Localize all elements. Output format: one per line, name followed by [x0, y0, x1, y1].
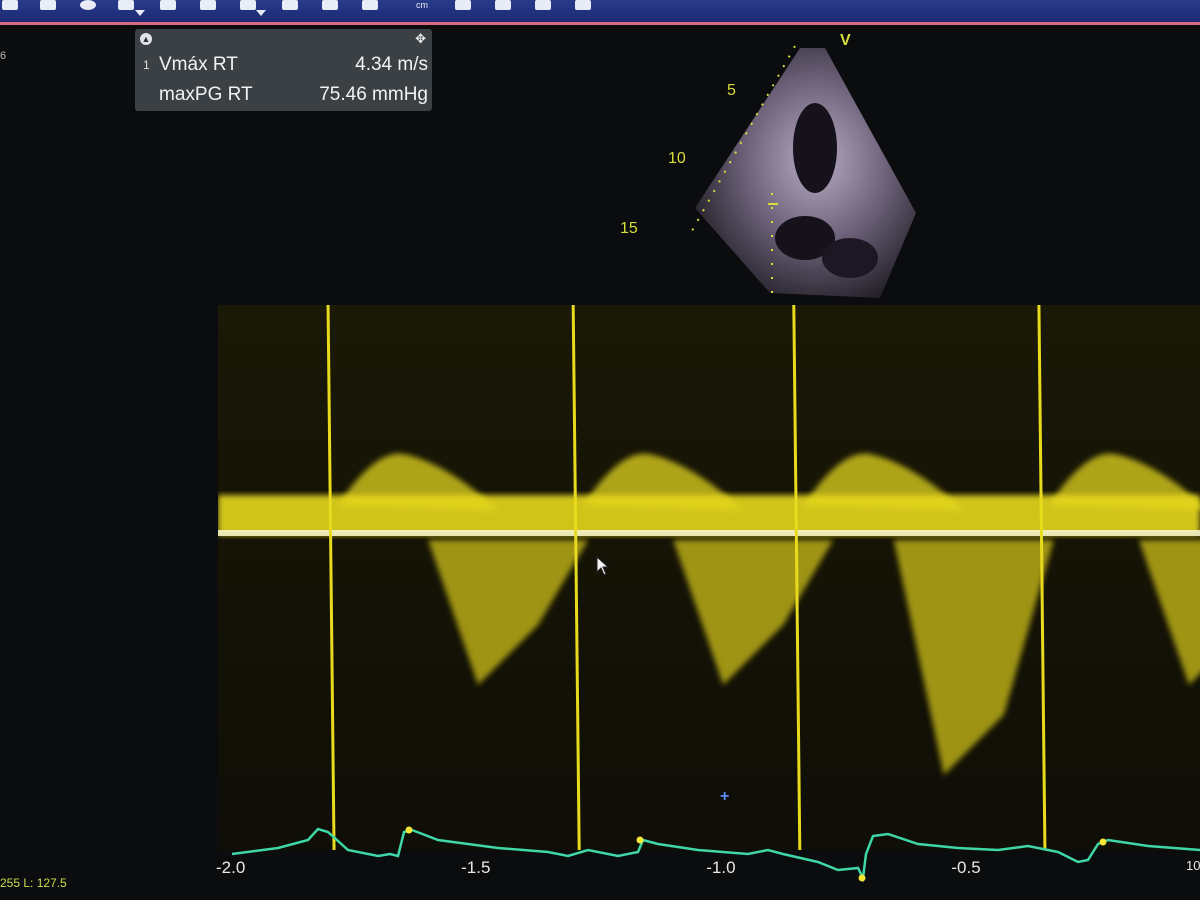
toolbar-button-grid[interactable]: [40, 0, 56, 10]
measurement-value: 4.34 m/s: [355, 54, 428, 75]
toolbar-button-5[interactable]: [160, 0, 176, 10]
axis-tick-label: -0.5: [951, 858, 981, 877]
orientation-marker: V: [840, 32, 851, 49]
measurement-row-maxpg: maxPG RT 75.46 mmHg: [135, 84, 432, 110]
edge-label: 6: [0, 50, 7, 62]
doppler-spectrum[interactable]: [218, 304, 1200, 851]
axis-tick-label: -1.0: [706, 858, 736, 877]
toolbar-button-11[interactable]: [455, 0, 471, 10]
toolbar-divider: [0, 22, 1200, 25]
depth-label: 10: [668, 150, 686, 167]
toolbar-button-6[interactable]: [200, 0, 216, 10]
measurement-panel[interactable]: ▲ ✥ 1 Vmáx RT 4.34 m/s maxPG RT 75.46 mm…: [135, 29, 432, 111]
toolbar-unit-label: cm: [416, 0, 428, 10]
measurement-label: maxPG RT: [159, 84, 253, 105]
toolbar-button-7[interactable]: [240, 0, 256, 10]
toolbar-button-8[interactable]: [282, 0, 298, 10]
echo-sector-image: V 5 10 15: [600, 28, 940, 318]
measurement-value: 75.46 mmHg: [319, 84, 428, 105]
axis-tick-label: -2.0: [216, 858, 246, 877]
axis-tick-label: -1.5: [461, 858, 491, 877]
measurement-row-vmax: 1 Vmáx RT 4.34 m/s: [135, 54, 432, 80]
toolbar-button-13[interactable]: [535, 0, 551, 10]
toolbar-dropdown-arrow-2[interactable]: [256, 10, 266, 16]
toolbar-button-3[interactable]: [80, 0, 96, 10]
depth-label: 15: [620, 220, 638, 237]
collapse-icon[interactable]: ▲: [140, 33, 152, 45]
toolbar-button-14[interactable]: [575, 0, 591, 10]
toolbar-dropdown-arrow[interactable]: [135, 10, 145, 16]
status-readout: 255 L: 127.5: [0, 876, 67, 890]
toolbar-button-4[interactable]: [118, 0, 134, 10]
measurement-label: Vmáx RT: [159, 54, 238, 75]
toolbar-button-12[interactable]: [495, 0, 511, 10]
depth-label: 5: [727, 82, 736, 99]
move-icon[interactable]: ✥: [415, 31, 426, 47]
top-toolbar: cm: [0, 0, 1200, 22]
mouse-pointer-icon: [596, 555, 610, 581]
toolbar-button-10[interactable]: [362, 0, 378, 10]
caliper-marker-icon[interactable]: +: [720, 788, 729, 806]
axis-right-label: 10: [1186, 858, 1200, 873]
toolbar-button-9[interactable]: [322, 0, 338, 10]
measurement-index: 1: [143, 58, 150, 72]
toolbar-button-1[interactable]: [2, 0, 18, 10]
